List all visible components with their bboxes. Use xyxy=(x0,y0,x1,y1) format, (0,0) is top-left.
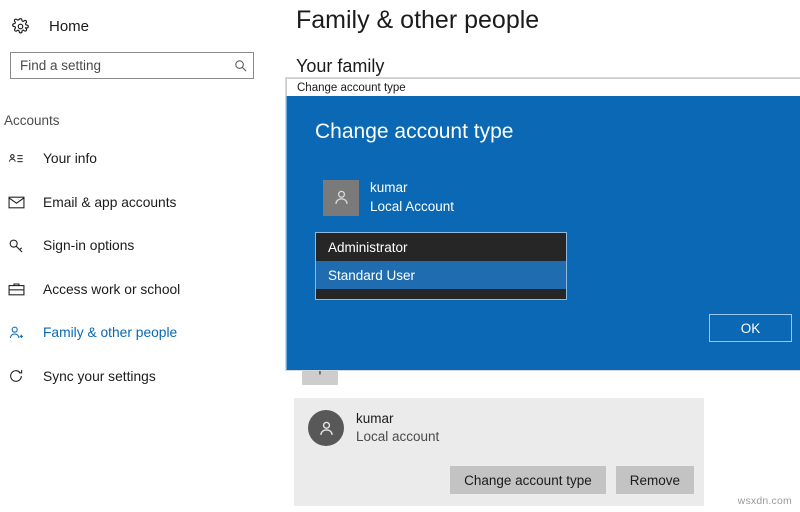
sidebar-item-email-app-accounts[interactable]: Email & app accounts xyxy=(0,190,290,215)
sidebar-item-label: Your info xyxy=(43,151,97,166)
sidebar-item-sync-your-settings[interactable]: Sync your settings xyxy=(0,364,290,389)
user-name: kumar xyxy=(356,410,439,428)
person-icon xyxy=(308,410,344,446)
dialog-user-name: kumar xyxy=(370,179,454,198)
section-heading-your-family: Your family xyxy=(296,56,384,77)
dialog-titlebar-text: Change account type xyxy=(297,82,406,94)
sidebar-nav-list: Your info Email & app accounts Sign-in o… xyxy=(0,146,290,407)
key-icon xyxy=(5,238,27,254)
watermark: wsxdn.com xyxy=(738,495,792,507)
dialog-titlebar[interactable]: Change account type xyxy=(286,78,800,96)
people-add-icon xyxy=(5,325,27,341)
dialog-user-row: kumar Local Account xyxy=(323,179,454,217)
sidebar-item-sign-in-options[interactable]: Sign-in options xyxy=(0,233,290,258)
page-title: Family & other people xyxy=(296,6,539,35)
sidebar-item-label: Access work or school xyxy=(43,282,180,297)
sidebar-item-label: Email & app accounts xyxy=(43,195,176,210)
contact-card-icon xyxy=(5,152,27,166)
sidebar-item-label: Family & other people xyxy=(43,325,177,340)
dialog-heading: Change account type xyxy=(315,120,513,144)
sidebar-item-home[interactable]: Home xyxy=(10,12,89,40)
change-account-type-button[interactable]: Change account type xyxy=(450,466,606,494)
mail-icon xyxy=(5,196,27,209)
person-icon xyxy=(323,180,359,216)
sidebar-home-label: Home xyxy=(49,18,89,35)
user-card: kumar Local account Change account type … xyxy=(294,398,704,506)
dialog-user-account-type: Local Account xyxy=(370,198,454,217)
sidebar-item-label: Sync your settings xyxy=(43,369,156,384)
user-account-type: Local account xyxy=(356,428,439,446)
search-icon[interactable] xyxy=(227,58,253,73)
sidebar-item-access-work-or-school[interactable]: Access work or school xyxy=(0,277,290,302)
user-card-actions: Change account type Remove xyxy=(450,466,694,494)
dropdown-option-administrator[interactable]: Administrator xyxy=(316,233,566,261)
sync-icon xyxy=(5,368,27,384)
user-card-header: kumar Local account xyxy=(308,410,439,446)
change-account-type-dialog: Change account type Change account type … xyxy=(286,78,800,370)
dialog-user-text: kumar Local Account xyxy=(370,179,454,217)
remove-button[interactable]: Remove xyxy=(616,466,694,494)
search-input[interactable] xyxy=(11,58,227,73)
dropdown-option-standard-user[interactable]: Standard User xyxy=(316,261,566,289)
gear-icon xyxy=(10,16,30,36)
sidebar-section-label: Accounts xyxy=(4,113,60,128)
sidebar-item-label: Sign-in options xyxy=(43,238,134,253)
briefcase-icon xyxy=(5,282,27,297)
ok-button[interactable]: OK xyxy=(709,314,792,342)
sidebar-item-family-other-people[interactable]: Family & other people xyxy=(0,320,290,345)
account-type-dropdown-list[interactable]: Administrator Standard User xyxy=(315,232,567,300)
settings-sidebar: Home Accounts Your info xyxy=(0,0,290,512)
sidebar-item-your-info[interactable]: Your info xyxy=(0,146,290,171)
user-card-text: kumar Local account xyxy=(356,410,439,446)
search-box[interactable] xyxy=(10,52,254,79)
dialog-body: Change account type kumar Local Account … xyxy=(286,96,800,370)
